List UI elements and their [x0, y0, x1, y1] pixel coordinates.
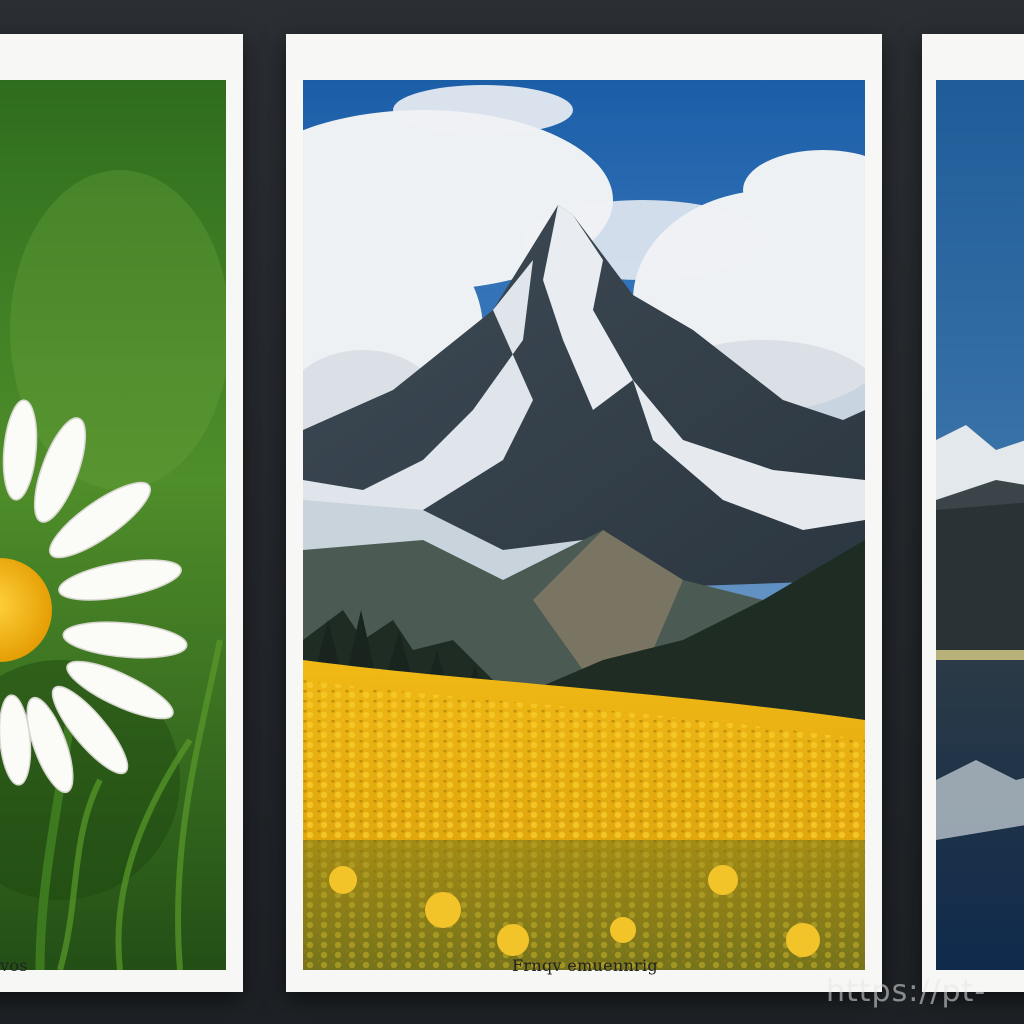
poster-caption: vos [0, 956, 28, 975]
watermark-url: https://pt- [826, 974, 987, 1009]
poster-card-daisy: vos [0, 34, 243, 992]
poster-card-mountain: Frnqv emuennrig [286, 34, 882, 992]
poster-card-lake [922, 34, 1024, 992]
daisy-photo [0, 80, 226, 970]
poster-caption: Frnqv emuennrig [512, 956, 658, 975]
lake-photo [936, 80, 1024, 970]
mountain-photo [303, 80, 865, 970]
